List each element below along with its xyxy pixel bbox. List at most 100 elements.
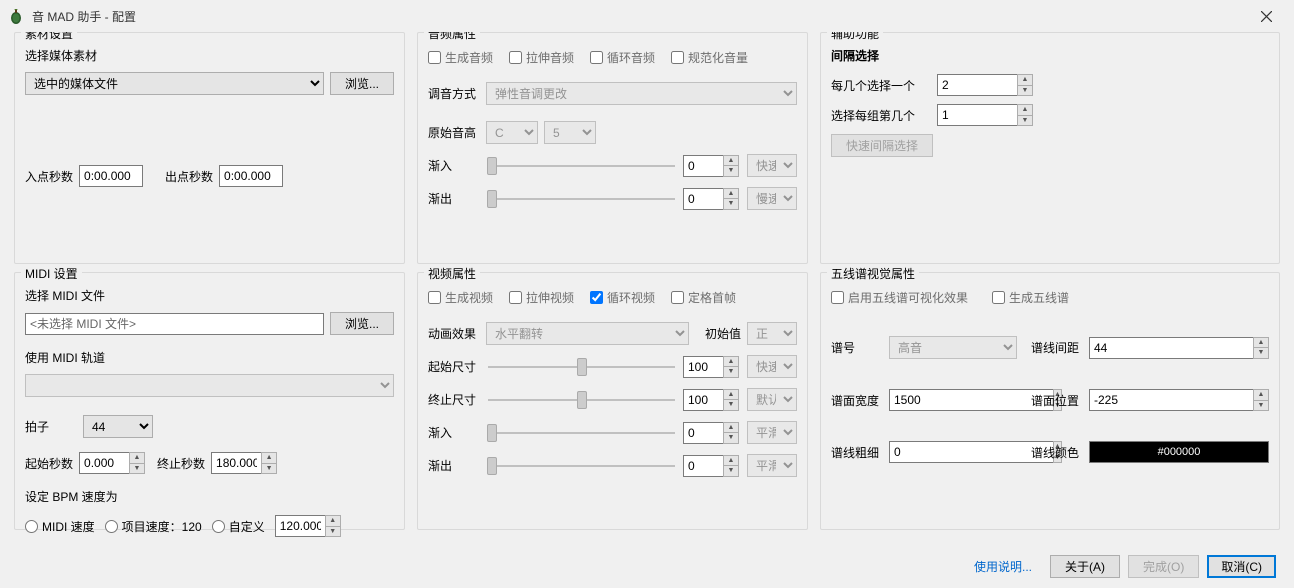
check-stretch-audio[interactable]: 拉伸音频 bbox=[509, 49, 574, 66]
label-end-size: 终止尺寸 bbox=[428, 391, 480, 408]
browse-media-button[interactable]: 浏览... bbox=[330, 72, 394, 95]
chevron-down-icon[interactable]: ▼ bbox=[326, 527, 340, 537]
label-width: 谱面宽度 bbox=[831, 392, 883, 409]
chevron-up-icon[interactable]: ▲ bbox=[130, 453, 144, 464]
chevron-down-icon[interactable]: ▼ bbox=[1018, 116, 1032, 126]
audio-fadein-spinner[interactable]: ▲▼ bbox=[683, 155, 739, 177]
label-midi-track: 使用 MIDI 轨道 bbox=[25, 349, 394, 366]
end-size-curve[interactable]: 默认 bbox=[747, 388, 797, 411]
group-video: 视频属性 生成视频 拉伸视频 循环视频 定格首帧 动画效果 水平翻转 初始值 正… bbox=[417, 272, 808, 530]
done-button[interactable]: 完成(O) bbox=[1128, 555, 1199, 578]
anim-select[interactable]: 水平翻转 bbox=[486, 322, 689, 345]
in-time-input[interactable] bbox=[79, 165, 143, 187]
thick-spinner[interactable]: ▲▼ bbox=[889, 441, 1017, 463]
label-tune-method: 调音方式 bbox=[428, 85, 480, 102]
position-spinner[interactable]: ▲▼ bbox=[1089, 389, 1269, 411]
label-clef: 谱号 bbox=[831, 339, 883, 356]
check-gen-video[interactable]: 生成视频 bbox=[428, 289, 493, 306]
midi-track-select[interactable] bbox=[25, 374, 394, 397]
which-spinner[interactable]: ▲▼ bbox=[937, 104, 1033, 126]
check-normalize[interactable]: 规范化音量 bbox=[671, 49, 748, 66]
video-fadeout-slider[interactable] bbox=[488, 455, 675, 477]
start-size-curve[interactable]: 快速 bbox=[747, 355, 797, 378]
every-spinner[interactable]: ▲▼ bbox=[937, 74, 1033, 96]
label-beat: 拍子 bbox=[25, 418, 77, 435]
width-spinner[interactable]: ▲▼ bbox=[889, 389, 1017, 411]
chevron-up-icon[interactable]: ▲ bbox=[724, 189, 738, 200]
chevron-up-icon[interactable]: ▲ bbox=[326, 516, 340, 527]
audio-fadeout-spinner[interactable]: ▲▼ bbox=[683, 188, 739, 210]
chevron-down-icon[interactable]: ▼ bbox=[724, 166, 738, 176]
config-window: 音 MAD 助手 - 配置 素材设置 选择媒体素材 选中的媒体文件 浏览... … bbox=[0, 0, 1294, 588]
base-note-select[interactable]: C bbox=[486, 121, 538, 144]
check-gen-audio[interactable]: 生成音频 bbox=[428, 49, 493, 66]
start-sec-spinner[interactable]: ▲▼ bbox=[79, 452, 145, 474]
check-gen-staff[interactable]: 生成五线谱 bbox=[992, 289, 1069, 306]
audio-fadeout-curve[interactable]: 慢速 bbox=[747, 187, 797, 210]
radio-midi-speed[interactable]: MIDI 速度 bbox=[25, 518, 95, 535]
custom-bpm-spinner[interactable]: ▲▼ bbox=[275, 515, 341, 537]
end-size-slider[interactable] bbox=[488, 389, 675, 411]
beat-select[interactable]: 44 bbox=[83, 415, 153, 438]
tune-method-select[interactable]: 弹性音调更改 bbox=[486, 82, 797, 105]
help-link[interactable]: 使用说明... bbox=[974, 558, 1032, 575]
chevron-up-icon[interactable]: ▲ bbox=[724, 357, 738, 368]
check-loop-video[interactable]: 循环视频 bbox=[590, 289, 655, 306]
check-enable-staff[interactable]: 启用五线谱可视化效果 bbox=[831, 289, 968, 306]
video-fadeout-curve[interactable]: 平滑 bbox=[747, 454, 797, 477]
check-stretch-video[interactable]: 拉伸视频 bbox=[509, 289, 574, 306]
label-color: 谱线颜色 bbox=[1031, 444, 1083, 461]
end-sec-spinner[interactable]: ▲▼ bbox=[211, 452, 277, 474]
label-start-sec: 起始秒数 bbox=[25, 455, 73, 472]
video-fadein-curve[interactable]: 平滑 bbox=[747, 421, 797, 444]
radio-custom-speed[interactable]: 自定义 bbox=[212, 518, 265, 535]
audio-fadeout-slider[interactable] bbox=[488, 188, 675, 210]
base-oct-select[interactable]: 5 bbox=[544, 121, 596, 144]
about-button[interactable]: 关于(A) bbox=[1050, 555, 1120, 578]
start-size-slider[interactable] bbox=[488, 356, 675, 378]
group-midi: MIDI 设置 选择 MIDI 文件 浏览... 使用 MIDI 轨道 拍子 4… bbox=[14, 272, 405, 530]
chevron-down-icon[interactable]: ▼ bbox=[724, 367, 738, 377]
radio-project-speed[interactable]: 项目速度：120 bbox=[105, 518, 202, 535]
chevron-up-icon[interactable]: ▲ bbox=[724, 456, 738, 467]
chevron-up-icon[interactable]: ▲ bbox=[1018, 105, 1032, 116]
label-in: 入点秒数 bbox=[25, 168, 73, 185]
chevron-down-icon[interactable]: ▼ bbox=[724, 400, 738, 410]
chevron-up-icon[interactable]: ▲ bbox=[262, 453, 276, 464]
check-loop-audio[interactable]: 循环音频 bbox=[590, 49, 655, 66]
chevron-down-icon[interactable]: ▼ bbox=[130, 464, 144, 474]
quick-interval-button[interactable]: 快速间隔选择 bbox=[831, 134, 933, 157]
init-select[interactable]: 正 bbox=[747, 322, 797, 345]
label-audio-fadein: 渐入 bbox=[428, 157, 480, 174]
audio-fadein-slider[interactable] bbox=[488, 155, 675, 177]
chevron-down-icon[interactable]: ▼ bbox=[1018, 86, 1032, 96]
clef-select[interactable]: 高音 bbox=[889, 336, 1017, 359]
chevron-up-icon[interactable]: ▲ bbox=[724, 156, 738, 167]
video-fadein-spinner[interactable]: ▲▼ bbox=[683, 422, 739, 444]
video-fadein-slider[interactable] bbox=[488, 422, 675, 444]
check-freeze-first[interactable]: 定格首帧 bbox=[671, 289, 736, 306]
chevron-down-icon[interactable]: ▼ bbox=[724, 199, 738, 209]
out-time-input[interactable] bbox=[219, 165, 283, 187]
chevron-down-icon[interactable]: ▼ bbox=[724, 433, 738, 443]
chevron-up-icon[interactable]: ▲ bbox=[724, 423, 738, 434]
color-picker[interactable]: #000000 bbox=[1089, 441, 1269, 463]
line-spacing-spinner[interactable]: ▲▼ bbox=[1089, 337, 1269, 359]
chevron-up-icon[interactable]: ▲ bbox=[1018, 75, 1032, 86]
chevron-down-icon[interactable]: ▼ bbox=[724, 466, 738, 476]
audio-fadein-curve[interactable]: 快速 bbox=[747, 154, 797, 177]
chevron-down-icon[interactable]: ▼ bbox=[262, 464, 276, 474]
cancel-button[interactable]: 取消(C) bbox=[1207, 555, 1276, 578]
video-fadeout-spinner[interactable]: ▲▼ bbox=[683, 455, 739, 477]
browse-midi-button[interactable]: 浏览... bbox=[330, 312, 394, 335]
chevron-down-icon[interactable]: ▼ bbox=[1254, 348, 1268, 358]
chevron-up-icon[interactable]: ▲ bbox=[1254, 390, 1268, 401]
chevron-up-icon[interactable]: ▲ bbox=[1254, 338, 1268, 349]
end-size-spinner[interactable]: ▲▼ bbox=[683, 389, 739, 411]
start-size-spinner[interactable]: ▲▼ bbox=[683, 356, 739, 378]
media-select[interactable]: 选中的媒体文件 bbox=[25, 72, 324, 95]
midi-file-input[interactable] bbox=[25, 313, 324, 335]
close-button[interactable] bbox=[1246, 0, 1286, 32]
chevron-down-icon[interactable]: ▼ bbox=[1254, 401, 1268, 411]
chevron-up-icon[interactable]: ▲ bbox=[724, 390, 738, 401]
